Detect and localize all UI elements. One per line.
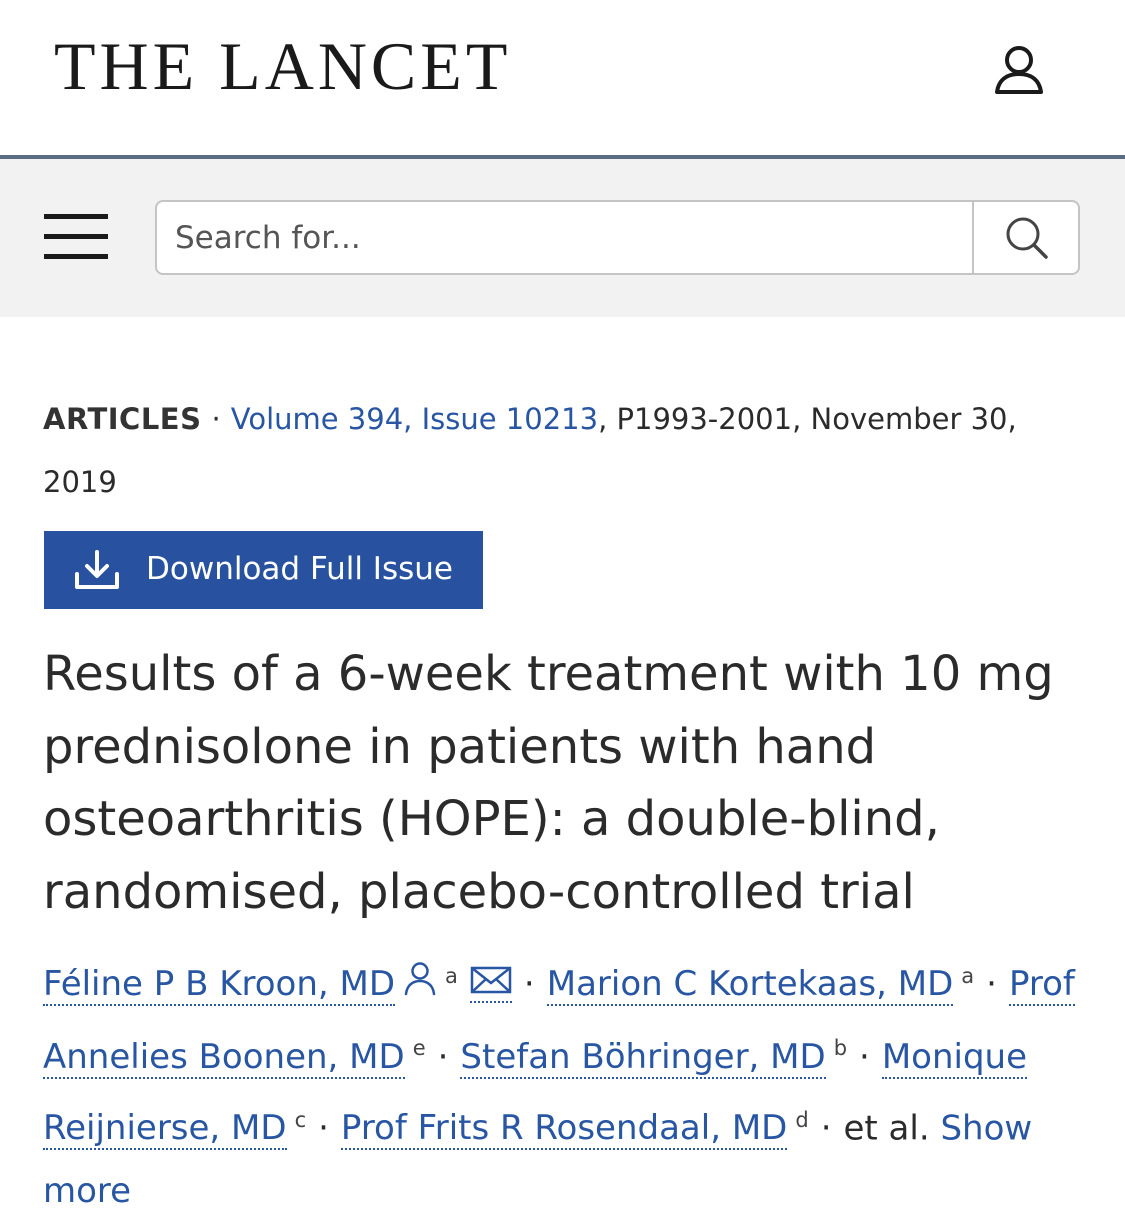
menu-icon[interactable]	[44, 214, 108, 260]
top-header: THE LANCET	[0, 0, 1125, 155]
download-full-issue-button[interactable]: Download Full Issue	[44, 531, 483, 609]
site-logo[interactable]: THE LANCET	[54, 32, 511, 100]
affiliation-marker: c	[294, 1107, 307, 1132]
affiliation-marker: e	[412, 1036, 426, 1061]
user-account-icon[interactable]	[990, 40, 1048, 98]
email-icon[interactable]	[469, 965, 512, 1004]
author-separator: ·	[820, 1107, 832, 1148]
search-icon	[1006, 217, 1048, 259]
search-button[interactable]	[972, 202, 1078, 273]
author-separator: ·	[859, 1036, 870, 1077]
download-icon	[75, 550, 119, 589]
author-separator: ·	[523, 964, 535, 1005]
search-input[interactable]	[157, 202, 972, 273]
download-label: Download Full Issue	[146, 551, 453, 587]
issue-link[interactable]: Volume 394, Issue 10213	[231, 402, 598, 436]
et-al-text: et al.	[843, 1107, 930, 1148]
author-link[interactable]: Marion C Kortekaas, MD	[546, 964, 954, 1007]
search-bar-area	[0, 159, 1125, 317]
affiliation-marker: d	[795, 1107, 809, 1132]
article-meta: ARTICLES · Volume 394, Issue 10213, P1993-…	[43, 388, 1063, 514]
author-link[interactable]: Féline P B Kroon, MD	[43, 964, 396, 1007]
author-separator: ·	[318, 1107, 329, 1148]
affiliation-marker: b	[833, 1036, 848, 1061]
article-title: Results of a 6-week treatment with 10 mg…	[43, 646, 1054, 920]
meta-separator: ·	[211, 402, 221, 436]
author-link[interactable]: Stefan Böhringer, MD	[460, 1036, 826, 1079]
author-list: Féline P B Kroon, MD a · Marion C Kortekaas…	[43, 945, 1093, 1223]
affiliation-marker: a	[961, 964, 975, 988]
author-separator: ·	[437, 1036, 449, 1077]
author-link[interactable]: Prof Frits R Rosendaal, MD	[340, 1107, 788, 1150]
author-separator: ·	[986, 964, 997, 1005]
person-icon[interactable]	[403, 954, 437, 1017]
affiliation-marker: a	[445, 964, 458, 988]
article-type: ARTICLES	[43, 402, 202, 436]
search-box	[155, 200, 1080, 275]
